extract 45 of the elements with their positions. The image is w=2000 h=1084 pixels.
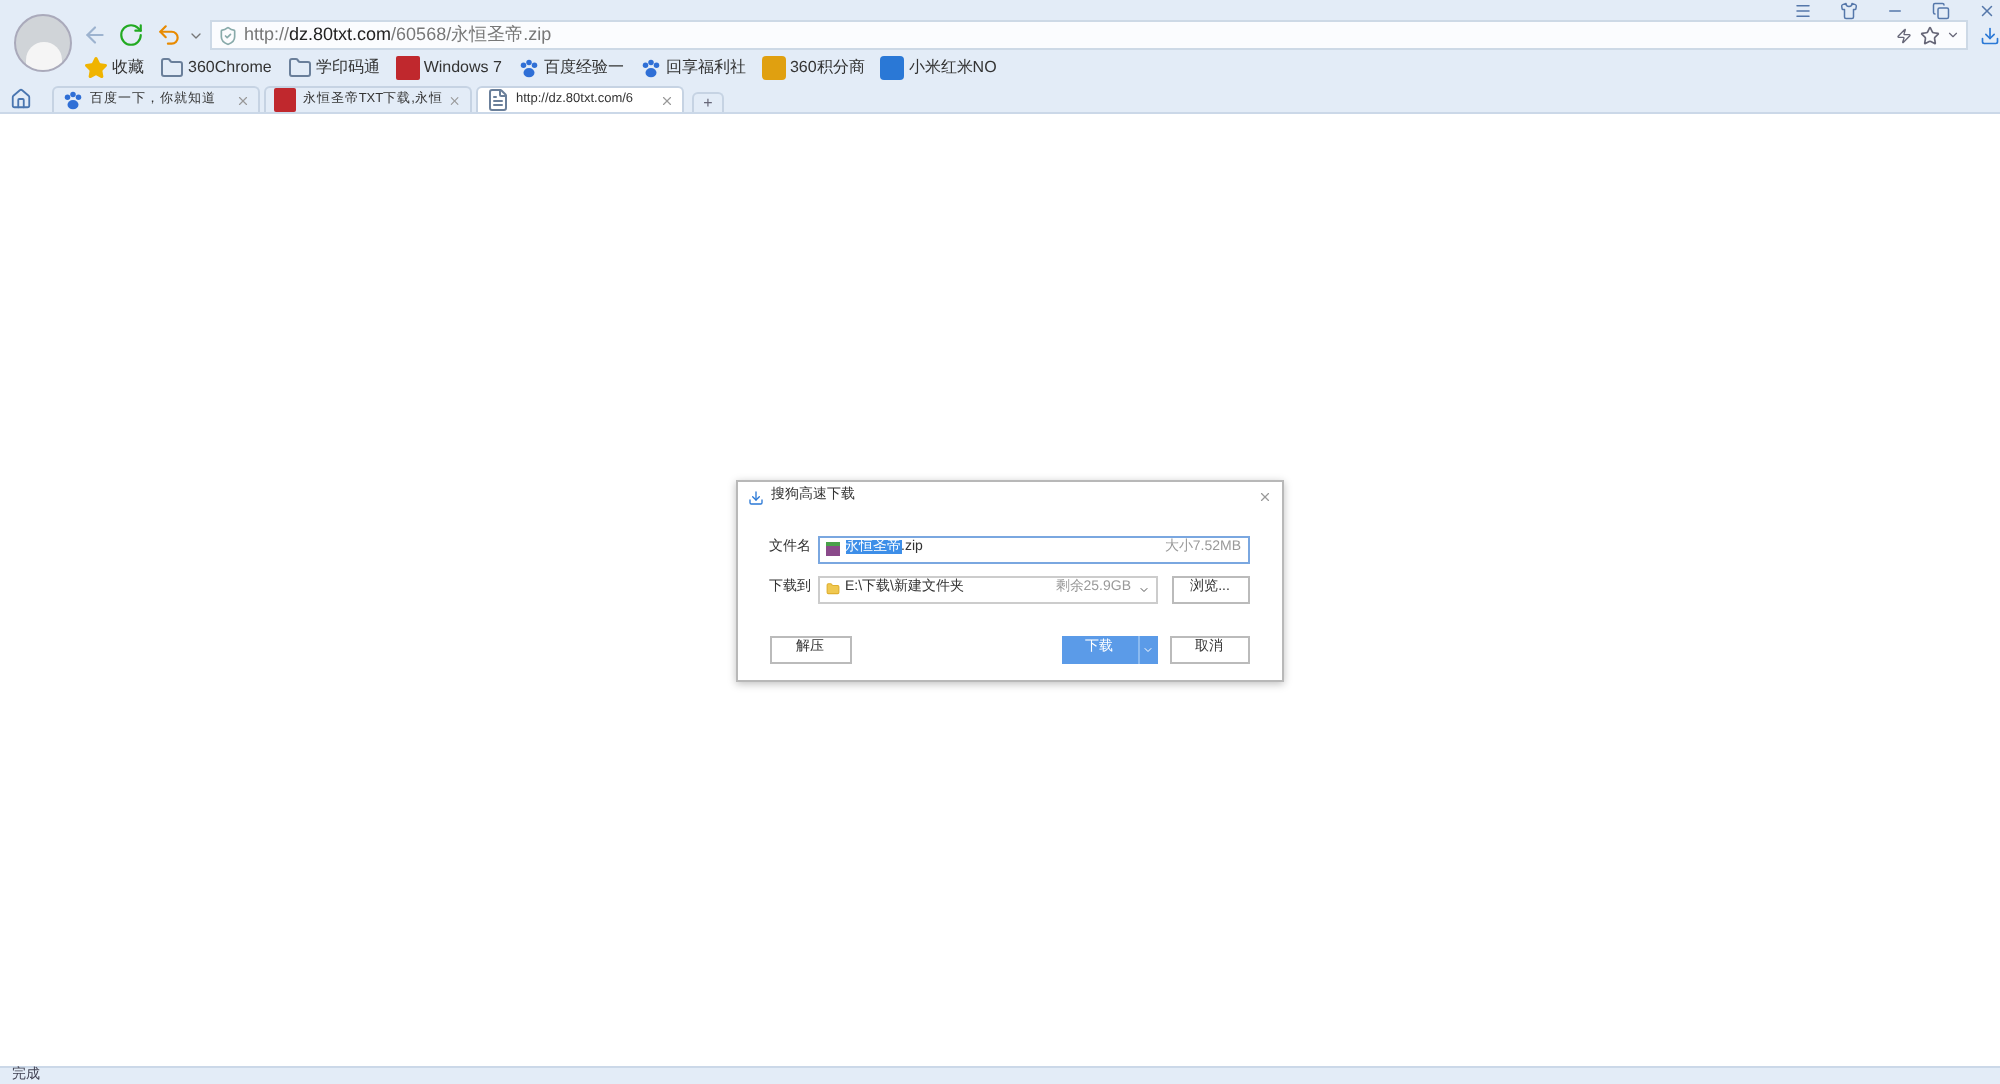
shirt-icon[interactable] [1840, 1, 1858, 19]
star-icon [84, 56, 108, 80]
shield-icon [218, 25, 238, 45]
bookmark-item[interactable]: Windows 7 [395, 56, 502, 80]
bookmark-item[interactable]: 360积分商 [761, 56, 865, 80]
close-icon[interactable] [1978, 1, 1996, 19]
r-logo-icon [880, 56, 905, 80]
star-icon[interactable] [1920, 25, 1940, 45]
undo-icon[interactable] [156, 22, 182, 48]
download-icon[interactable] [1980, 25, 2000, 45]
bookmark-item[interactable]: 百度经验一 [517, 56, 624, 80]
paw-icon [639, 57, 662, 79]
txt-logo-icon [274, 88, 297, 112]
menu-icon[interactable] [1794, 1, 1812, 19]
close-icon[interactable] [660, 93, 674, 107]
home-icon[interactable] [10, 88, 32, 110]
restore-icon[interactable] [1932, 1, 1950, 19]
dropdown-button[interactable] [1137, 635, 1157, 663]
caret-icon [1137, 583, 1149, 595]
address-bar[interactable]: http://dz.80txt.com/60568/永恒圣帝.zip [210, 20, 1968, 50]
bag-icon [761, 56, 786, 80]
page-icon [486, 88, 510, 112]
caret-icon[interactable] [1946, 28, 1960, 42]
folder-icon [825, 582, 839, 596]
close-icon[interactable] [236, 93, 250, 107]
new-tab-button[interactable]: + [692, 92, 724, 112]
folder-icon [160, 56, 184, 80]
bookmark-item[interactable]: 360Chrome [160, 56, 272, 80]
bookmark-item[interactable]: 收藏 [84, 56, 144, 80]
lightning-icon[interactable] [1896, 27, 1912, 43]
download-icon [747, 489, 763, 505]
folder-icon [287, 56, 312, 80]
paw-icon [517, 57, 540, 79]
caret-icon [1142, 643, 1154, 655]
close-icon[interactable] [448, 93, 462, 107]
bookmark-item[interactable]: 学印码通 [287, 56, 380, 80]
bookmark-item[interactable]: 小米红米NO [880, 56, 997, 80]
refresh-icon[interactable] [118, 22, 144, 48]
avatar[interactable] [14, 14, 72, 72]
url-text: http://dz.80txt.com/60568/永恒圣帝.zip [244, 21, 552, 48]
bookmark-item[interactable]: 回享福利社 [639, 56, 746, 80]
close-icon[interactable] [1257, 490, 1271, 504]
txt-logo-icon [395, 56, 420, 80]
archive-icon [825, 542, 839, 556]
paw-icon [62, 89, 84, 111]
